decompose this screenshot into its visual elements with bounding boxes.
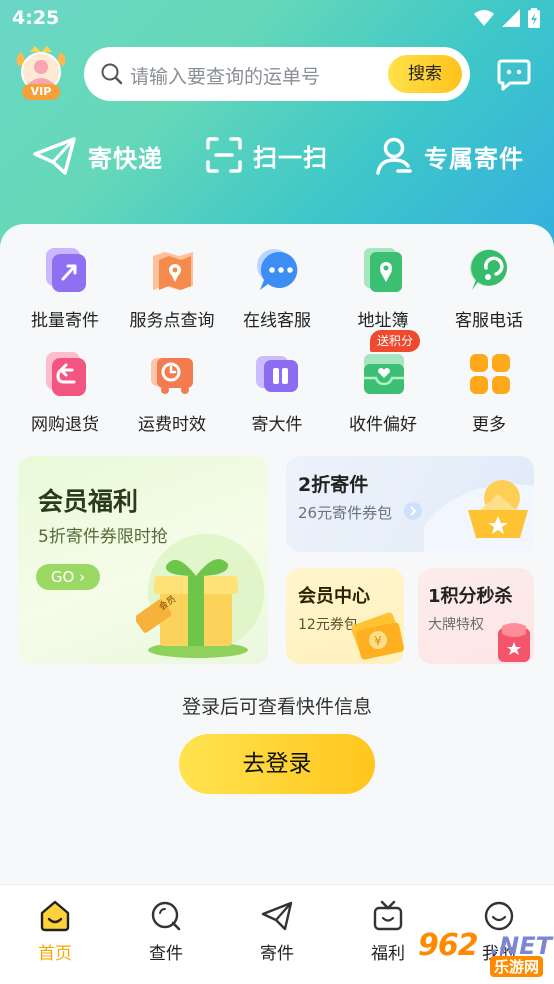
status-bar: 4:25 xyxy=(0,0,554,38)
tab-label: 查件 xyxy=(149,944,183,964)
phone-headset-icon xyxy=(470,249,507,290)
go-label: GO xyxy=(50,568,75,586)
paper-plane-icon xyxy=(261,901,293,931)
search-icon xyxy=(151,901,181,931)
tv-gift-icon xyxy=(373,900,403,931)
vip-avatar[interactable]: VIP xyxy=(14,46,68,102)
watermark-site: 乐游网 xyxy=(490,956,544,977)
wifi-icon xyxy=(474,10,494,26)
chat-bubble-icon xyxy=(257,249,298,290)
inbox-heart-icon xyxy=(364,354,404,394)
tab-send[interactable]: 寄件 xyxy=(232,899,322,964)
grid-label: 寄大件 xyxy=(251,415,303,435)
truck-clock-icon xyxy=(151,358,193,394)
login-button[interactable]: 去登录 xyxy=(179,734,375,794)
quick-action-send[interactable]: 寄快递 xyxy=(32,136,163,176)
search-input[interactable]: 请输入要查询的运单号 搜索 xyxy=(84,47,470,101)
status-time: 4:25 xyxy=(12,7,60,29)
promo-subtitle: 26元寄件券包 xyxy=(298,504,393,522)
home-smile-icon xyxy=(40,900,70,932)
member-center-card[interactable]: 会员中心 12元券包 ¥ xyxy=(286,568,404,664)
tab-label: 首页 xyxy=(38,944,72,964)
grid-label: 网购退货 xyxy=(31,415,99,435)
quick-action-label: 专属寄件 xyxy=(424,144,524,173)
promo-title: 1积分秒杀 xyxy=(428,586,513,607)
quick-action-exclusive[interactable]: 专属寄件 xyxy=(374,136,524,176)
grid-item-return[interactable]: 网购退货 xyxy=(10,350,120,446)
grid-item-receive-pref[interactable]: 收件偏好 xyxy=(328,350,438,446)
return-icon xyxy=(46,352,86,396)
grid-label: 更多 xyxy=(472,415,506,435)
discount-send-card[interactable]: 2折寄件 26元寄件券包 xyxy=(286,456,534,552)
message-icon[interactable] xyxy=(496,58,532,92)
battery-icon xyxy=(528,8,540,28)
grid-item-batch-send[interactable]: 批量寄件 xyxy=(10,246,120,342)
svg-text:¥: ¥ xyxy=(374,634,382,648)
grid-label: 地址簿 xyxy=(357,311,409,331)
grid-item-freight[interactable]: 运费时效 xyxy=(117,350,227,446)
promo-title: 2折寄件 xyxy=(298,474,369,496)
signal-icon xyxy=(502,9,520,27)
points-flash-sale-card[interactable]: 1积分秒杀 大牌特权 xyxy=(418,568,534,664)
tab-home[interactable]: 首页 xyxy=(10,899,100,964)
grid-label: 服务点查询 xyxy=(129,311,215,331)
gift-box-icon xyxy=(136,534,264,658)
grid-label: 在线客服 xyxy=(243,311,311,331)
points-badge: 送积分 xyxy=(370,330,421,352)
quick-action-label: 扫一扫 xyxy=(253,143,328,172)
user-icon xyxy=(376,137,412,175)
promo-title: 会员中心 xyxy=(298,586,370,607)
main-card: 批量寄件 服务点查询 在线客服 地址簿 客服电话 网购退货 运费时效 寄大件 收… xyxy=(0,224,554,884)
promo-title: 会员福利 xyxy=(38,487,139,516)
quick-action-scan[interactable]: 扫一扫 xyxy=(205,136,328,174)
tab-label: 寄件 xyxy=(260,944,294,964)
header: VIP 请输入要查询的运单号 搜索 xyxy=(0,44,554,106)
grid-item-more[interactable]: 更多 xyxy=(434,350,544,446)
go-button[interactable]: GO › xyxy=(36,564,100,590)
ticket-icon: ¥ xyxy=(351,612,404,660)
search-icon xyxy=(101,63,123,85)
quick-action-label: 寄快递 xyxy=(88,144,163,173)
arrow-circle-icon xyxy=(404,502,422,520)
tab-track[interactable]: 查件 xyxy=(121,899,211,964)
large-box-icon xyxy=(256,356,298,392)
vip-label: VIP xyxy=(30,85,52,98)
member-benefit-card[interactable]: 会员福利 5折寄件券限时抢 GO › 会员 xyxy=(18,456,268,664)
grid-label: 批量寄件 xyxy=(31,311,99,331)
paper-plane-icon xyxy=(33,137,76,175)
promo-subtitle: 大牌特权 xyxy=(428,617,484,633)
grid-item-service-point[interactable]: 服务点查询 xyxy=(117,246,227,342)
coupon-box-icon xyxy=(424,480,534,552)
batch-send-icon xyxy=(46,248,86,292)
search-placeholder: 请输入要查询的运单号 xyxy=(130,66,321,88)
grid-item-online-support[interactable]: 在线客服 xyxy=(222,246,332,342)
status-icons xyxy=(474,8,540,28)
red-envelope-icon xyxy=(498,623,530,662)
address-book-icon xyxy=(364,248,402,292)
grid-label: 收件偏好 xyxy=(349,415,417,435)
login-hint: 登录后可查看快件信息 xyxy=(181,696,372,718)
service-point-icon xyxy=(153,252,193,290)
grid-item-address-book[interactable]: 地址簿 xyxy=(328,246,438,342)
search-button[interactable]: 搜索 xyxy=(388,55,462,93)
grid-label: 客服电话 xyxy=(455,311,523,331)
site-watermark: 962 .NET 乐游网 xyxy=(418,928,552,980)
grid-item-hotline[interactable]: 客服电话 xyxy=(434,246,544,342)
scan-icon xyxy=(206,137,242,173)
quick-actions: 寄快递 扫一扫 专属寄件 xyxy=(0,136,554,192)
chevron-right-icon: › xyxy=(79,568,86,586)
grid-label: 运费时效 xyxy=(138,415,206,435)
watermark-number: 962 xyxy=(418,928,479,963)
grid-item-large-item[interactable]: 寄大件 xyxy=(222,350,332,446)
more-grid-icon xyxy=(470,354,510,394)
